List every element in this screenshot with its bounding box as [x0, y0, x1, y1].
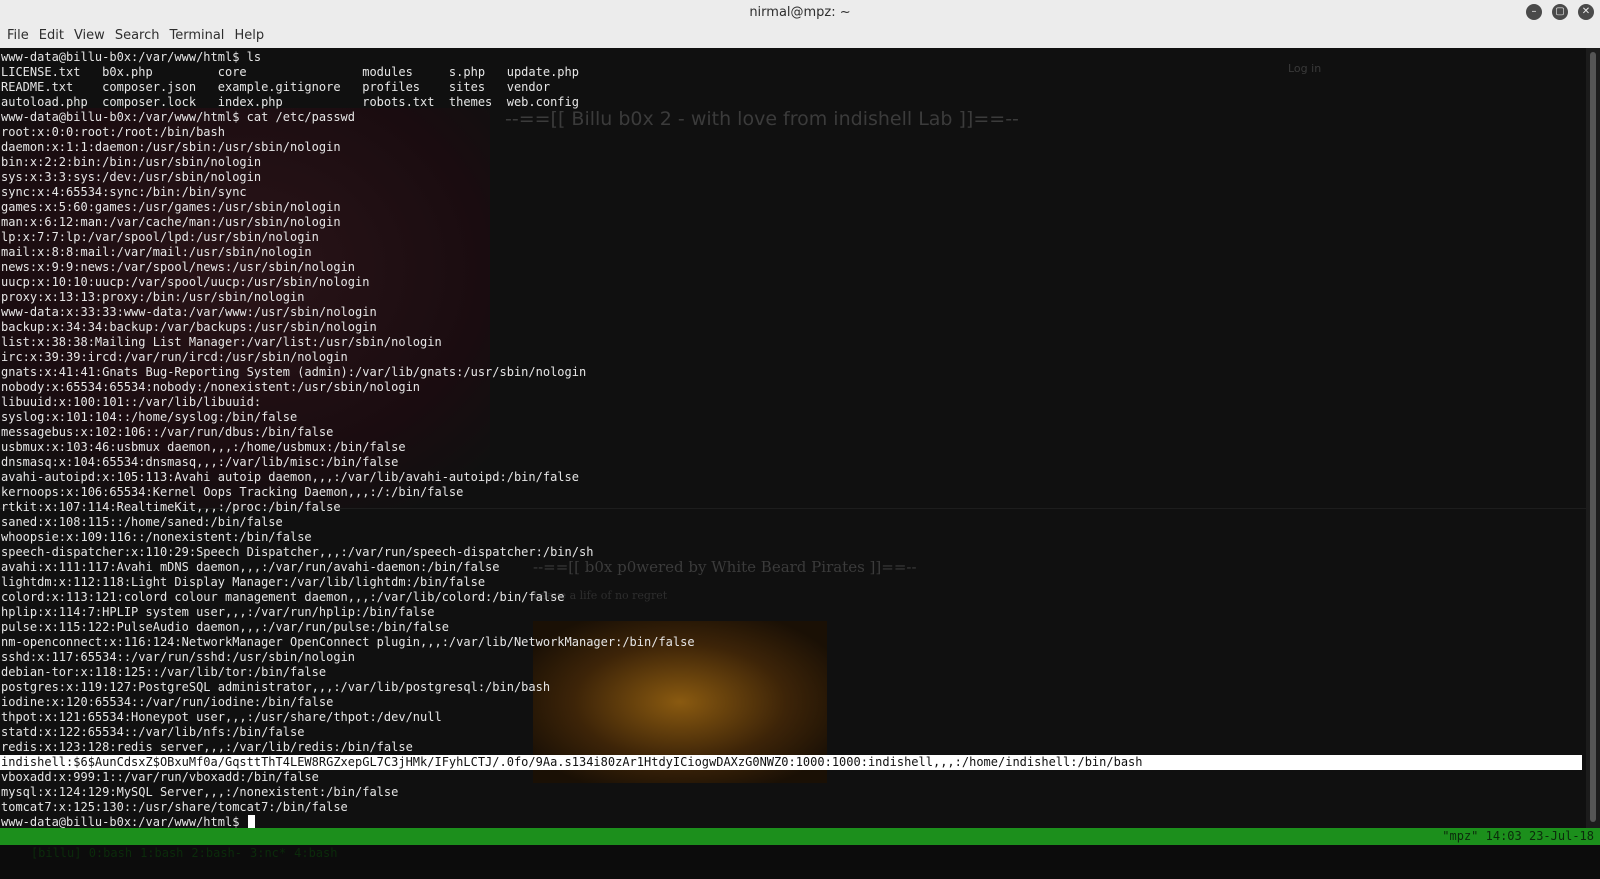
terminal-line: sys:x:3:3:sys:/dev:/usr/sbin/nologin — [1, 170, 262, 184]
terminal-line: mysql:x:124:129:MySQL Server,,,:/nonexis… — [1, 785, 399, 799]
minimize-button[interactable]: – — [1526, 4, 1542, 20]
terminal-line: pulse:x:115:122:PulseAudio daemon,,,:/va… — [1, 620, 449, 634]
menu-file[interactable]: File — [2, 26, 34, 48]
terminal-line: lightdm:x:112:118:Light Display Manager:… — [1, 575, 486, 589]
terminal-line: www-data@billu-b0x:/var/www/html$ ls — [1, 50, 262, 64]
terminal-line: sshd:x:117:65534::/var/run/sshd:/usr/sbi… — [1, 650, 356, 664]
terminal-line: gnats:x:41:41:Gnats Bug-Reporting System… — [1, 365, 587, 379]
window-title: nirmal@mpz: ~ — [749, 5, 851, 20]
terminal-line: autoload.php composer.lock index.php rob… — [1, 95, 579, 109]
terminal-line: syslog:x:101:104::/home/syslog:/bin/fals… — [1, 410, 298, 424]
terminal-output: www-data@billu-b0x:/var/www/html$ ls LICE… — [0, 50, 1582, 828]
terminal-area[interactable]: Log in --==[[ Billu b0x 2 - with love fr… — [0, 48, 1586, 828]
window-titlebar[interactable]: nirmal@mpz: ~ – ▢ ✕ — [0, 0, 1600, 27]
terminal-line: www-data:x:33:33:www-data:/var/www:/usr/… — [1, 305, 377, 319]
window-controls: – ▢ ✕ — [1526, 4, 1594, 20]
terminal-line: usbmux:x:103:46:usbmux daemon,,,:/home/u… — [1, 440, 406, 454]
menu-edit[interactable]: Edit — [34, 26, 69, 48]
tmux-window-4[interactable]: 4:bash — [294, 846, 337, 860]
menu-view[interactable]: View — [69, 26, 110, 48]
terminal-line: bin:x:2:2:bin:/bin:/usr/sbin/nologin — [1, 155, 262, 169]
menu-help[interactable]: Help — [229, 26, 269, 48]
terminal-line: README.txt composer.json example.gitigno… — [1, 80, 551, 94]
terminal-line: lp:x:7:7:lp:/var/spool/lpd:/usr/sbin/nol… — [1, 230, 319, 244]
terminal-line: LICENSE.txt b0x.php core modules s.php u… — [1, 65, 579, 79]
tmux-status-bar: [billu] 0:bash 1:bash 2:bash- 3:nc* 4:bash "… — [0, 828, 1600, 860]
terminal-line: games:x:5:60:games:/usr/games:/usr/sbin/… — [1, 200, 341, 214]
tmux-status-right: "mpz" 14:03 23-Jul-18 — [1442, 829, 1594, 843]
tmux-window-2[interactable]: 2:bash- — [191, 846, 242, 860]
menu-bar: File Edit View Search Terminal Help — [0, 26, 1600, 49]
terminal-line: speech-dispatcher:x:110:29:Speech Dispat… — [1, 545, 594, 559]
terminal-line: avahi:x:111:117:Avahi mDNS daemon,,,:/va… — [1, 560, 500, 574]
terminal-line: root:x:0:0:root:/root:/bin/bash — [1, 125, 225, 139]
terminal-line: daemon:x:1:1:daemon:/usr/sbin:/usr/sbin/… — [1, 140, 341, 154]
terminal-scrollbar[interactable] — [1586, 48, 1600, 828]
terminal-line: libuuid:x:100:101::/var/lib/libuuid: — [1, 395, 262, 409]
terminal-line: list:x:38:38:Mailing List Manager:/var/l… — [1, 335, 442, 349]
selected-terminal-line: indishell:$6$AunCdsxZ$OBxuMf0a/GqsttThT4… — [0, 755, 1582, 770]
terminal-line: rtkit:x:107:114:RealtimeKit,,,:/proc:/bi… — [1, 500, 341, 514]
terminal-line: thpot:x:121:65534:Honeypot user,,,:/usr/… — [1, 710, 442, 724]
scrollbar-thumb[interactable] — [1590, 52, 1596, 822]
terminal-line: nobody:x:65534:65534:nobody:/nonexistent… — [1, 380, 421, 394]
maximize-button[interactable]: ▢ — [1552, 4, 1568, 20]
terminal-line: whoopsie:x:109:116::/nonexistent:/bin/fa… — [1, 530, 312, 544]
terminal-line: sync:x:4:65534:sync:/bin:/bin/sync — [1, 185, 247, 199]
close-button[interactable]: ✕ — [1578, 4, 1594, 20]
terminal-line: iodine:x:120:65534::/var/run/iodine:/bin… — [1, 695, 334, 709]
terminal-line: irc:x:39:39:ircd:/var/run/ircd:/usr/sbin… — [1, 350, 348, 364]
terminal-line: kernoops:x:106:65534:Kernel Oops Trackin… — [1, 485, 464, 499]
terminal-line: tomcat7:x:125:130::/usr/share/tomcat7:/b… — [1, 800, 348, 814]
terminal-line: backup:x:34:34:backup:/var/backups:/usr/… — [1, 320, 377, 334]
terminal-line: colord:x:113:121:colord colour managemen… — [1, 590, 565, 604]
terminal-line: messagebus:x:102:106::/var/run/dbus:/bin… — [1, 425, 334, 439]
terminal-line: uucp:x:10:10:uucp:/var/spool/uucp:/usr/s… — [1, 275, 370, 289]
terminal-line: statd:x:122:65534::/var/lib/nfs:/bin/fal… — [1, 725, 305, 739]
tmux-window-0[interactable]: [billu] 0:bash — [31, 846, 132, 860]
terminal-line: postgres:x:119:127:PostgreSQL administra… — [1, 680, 551, 694]
terminal-line: mail:x:8:8:mail:/var/mail:/usr/sbin/nolo… — [1, 245, 312, 259]
terminal-cursor — [247, 815, 255, 828]
menu-search[interactable]: Search — [110, 26, 165, 48]
terminal-line: man:x:6:12:man:/var/cache/man:/usr/sbin/… — [1, 215, 341, 229]
terminal-line: hplip:x:114:7:HPLIP system user,,,:/var/… — [1, 605, 435, 619]
terminal-line: vboxadd:x:999:1::/var/run/vboxadd:/bin/f… — [1, 770, 319, 784]
terminal-line: avahi-autoipd:x:105:113:Avahi autoip dae… — [1, 470, 579, 484]
terminal-line: debian-tor:x:118:125::/var/lib/tor:/bin/… — [1, 665, 327, 679]
menu-terminal[interactable]: Terminal — [164, 26, 229, 48]
terminal-line: www-data@billu-b0x:/var/www/html$ — [1, 815, 1582, 828]
terminal-line: nm-openconnect:x:116:124:NetworkManager … — [1, 635, 695, 649]
terminal-line: dnsmasq:x:104:65534:dnsmasq,,,:/var/lib/… — [1, 455, 399, 469]
tmux-window-list: [billu] 0:bash 1:bash 2:bash- 3:nc* 4:bash — [2, 828, 345, 879]
terminal-line: proxy:x:13:13:proxy:/bin:/usr/sbin/nolog… — [1, 290, 305, 304]
terminal-line: redis:x:123:128:redis server,,,:/var/lib… — [1, 740, 413, 754]
terminal-line: news:x:9:9:news:/var/spool/news:/usr/sbi… — [1, 260, 356, 274]
tmux-window-3[interactable]: 3:nc* — [250, 846, 286, 860]
terminal-line: www-data@billu-b0x:/var/www/html$ cat /e… — [1, 110, 356, 124]
terminal-line: saned:x:108:115::/home/saned:/bin/false — [1, 515, 283, 529]
tmux-window-1[interactable]: 1:bash — [140, 846, 183, 860]
